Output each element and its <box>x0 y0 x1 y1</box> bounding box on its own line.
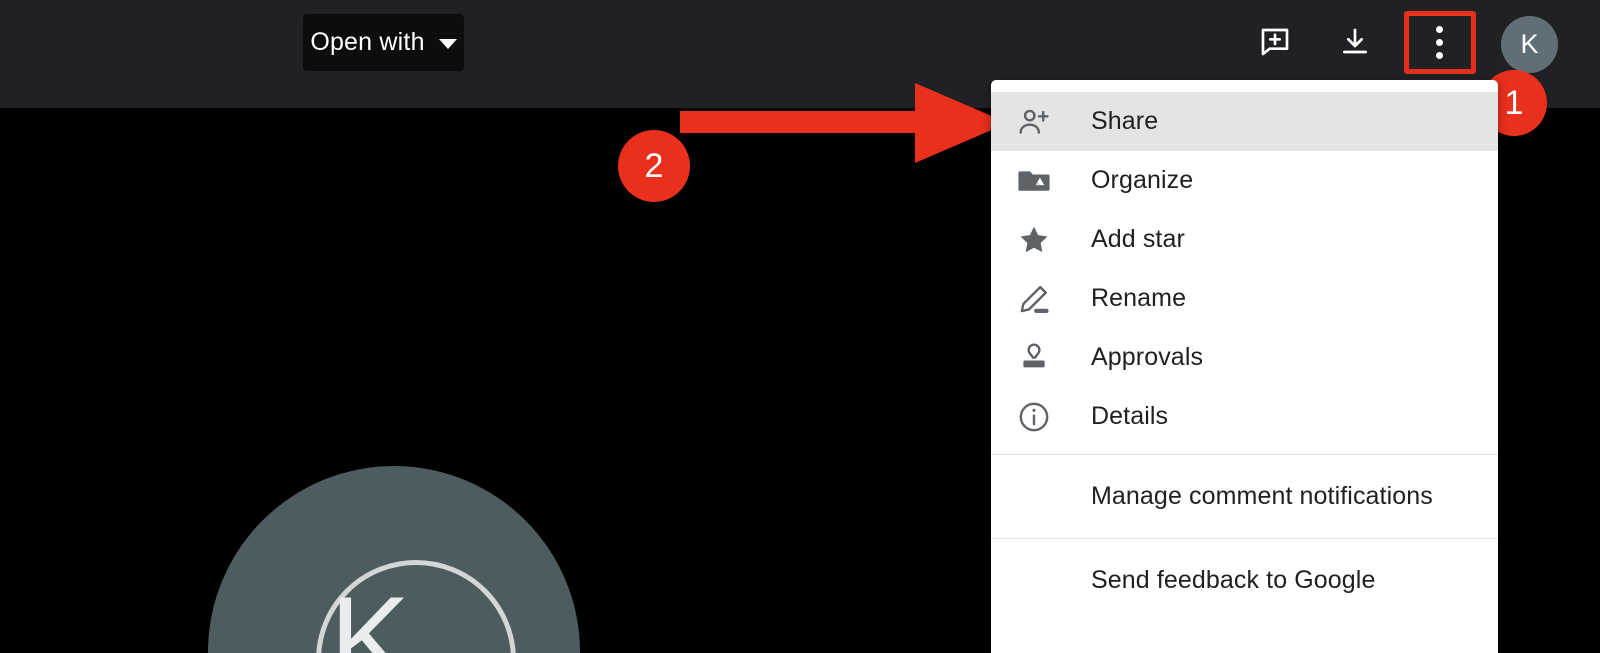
step-badge-1-label: 1 <box>1504 83 1524 122</box>
file-preview-screen: K Open with K 1 2 Share Organize Add sta… <box>0 0 1600 653</box>
menu-item-label: Manage comment notifications <box>1091 482 1433 510</box>
menu-item-manage-comment-notifications[interactable]: Manage comment notifications <box>991 467 1498 526</box>
menu-item-approvals[interactable]: Approvals <box>991 328 1498 387</box>
menu-item-label: Send feedback to Google <box>1091 566 1376 594</box>
menu-top-pad <box>991 80 1498 92</box>
menu-item-label: Organize <box>1091 166 1194 194</box>
menu-item-details[interactable]: Details <box>991 387 1498 446</box>
document-logo-letter: K <box>330 572 411 653</box>
menu-item-send-feedback[interactable]: Send feedback to Google <box>991 551 1498 610</box>
approval-stamp-icon <box>1017 338 1063 378</box>
more-actions-menu: Share Organize Add star Rename Approvals… <box>991 80 1498 653</box>
person-add-icon <box>1017 102 1063 142</box>
step-badge-2-label: 2 <box>644 146 664 185</box>
menu-item-rename[interactable]: Rename <box>991 269 1498 328</box>
menu-item-share[interactable]: Share <box>991 92 1498 151</box>
avatar-initial: K <box>1520 29 1539 59</box>
menu-pad <box>991 446 1498 454</box>
download-icon[interactable] <box>1327 14 1383 70</box>
open-with-label: Open with <box>310 28 425 56</box>
pencil-icon <box>1017 279 1063 319</box>
menu-pad <box>991 539 1498 551</box>
menu-item-label: Rename <box>1091 284 1187 312</box>
menu-pad <box>991 526 1498 538</box>
more-actions-icon[interactable] <box>1411 14 1467 70</box>
star-icon <box>1017 220 1063 260</box>
kebab-dots <box>1435 25 1443 59</box>
annotation-arrow-icon <box>680 83 1008 163</box>
menu-item-label: Share <box>1091 107 1159 135</box>
step-badge-2: 2 <box>618 130 690 202</box>
open-with-button[interactable]: Open with <box>303 14 464 71</box>
menu-item-add-star[interactable]: Add star <box>991 210 1498 269</box>
menu-pad <box>991 455 1498 467</box>
menu-item-organize[interactable]: Organize <box>991 151 1498 210</box>
chevron-down-icon <box>438 39 457 49</box>
add-comment-icon[interactable] <box>1247 14 1303 70</box>
menu-item-label: Details <box>1091 402 1169 430</box>
avatar[interactable]: K <box>1501 16 1558 73</box>
info-circle-icon <box>1017 397 1063 437</box>
menu-item-label: Approvals <box>1091 343 1204 371</box>
drive-folder-icon <box>1017 161 1063 201</box>
menu-item-label: Add star <box>1091 225 1185 253</box>
